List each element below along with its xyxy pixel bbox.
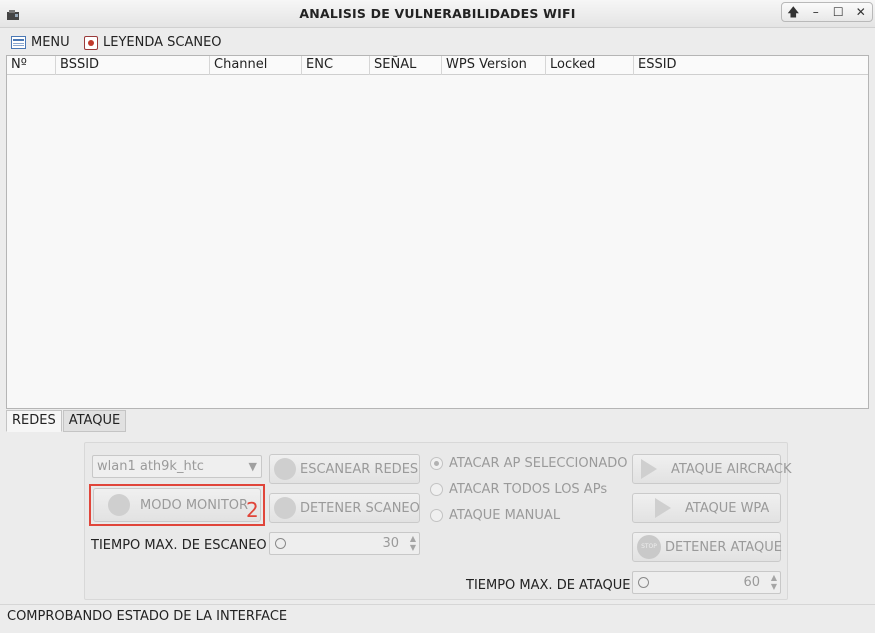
radio-indicator — [430, 509, 443, 522]
wpa-attack-label: ATAQUE WPA — [685, 500, 770, 516]
radio-manual-attack-label: ATAQUE MANUAL — [449, 508, 561, 523]
stop-scan-button[interactable]: DETENER SCANEO — [269, 493, 420, 523]
column-header-essid[interactable]: ESSID — [634, 56, 868, 75]
annotation-number: 2 — [246, 498, 259, 522]
stop-attack-button[interactable]: STOP DETENER ATAQUE — [632, 532, 782, 562]
scan-time-label: TIEMPO MAX. DE ESCANEO — [91, 538, 267, 553]
column-header-locked[interactable]: Locked — [546, 56, 634, 75]
window-title: ANALISIS DE VULNERABILIDADES WIFI — [299, 6, 576, 21]
aircrack-attack-label: ATAQUE AIRCRACK — [671, 461, 792, 477]
clock-icon — [275, 538, 286, 549]
column-header-channel[interactable]: Channel — [210, 56, 302, 75]
window-controls: 🡅 – ☐ ✕ — [781, 2, 873, 22]
play-icon — [641, 459, 657, 479]
legend-label: LEYENDA SCANEO — [103, 35, 222, 50]
aircrack-attack-button[interactable]: ATAQUE AIRCRACK — [632, 454, 792, 484]
clock-icon — [638, 577, 649, 588]
table-header: Nº BSSID Channel ENC SEÑAL WPS Version L… — [7, 56, 868, 75]
minimize-button[interactable]: – — [806, 3, 826, 21]
column-header-wps-version[interactable]: WPS Version — [442, 56, 546, 75]
title-bar: ANALISIS DE VULNERABILIDADES WIFI 🡅 – ☐ … — [0, 0, 875, 28]
stop-icon: STOP — [637, 535, 661, 559]
attack-time-label: TIEMPO MAX. DE ATAQUE — [466, 578, 631, 593]
status-bar: COMPROBANDO ESTADO DE LA INTERFACE — [0, 604, 875, 633]
tab-ataque[interactable]: ATAQUE — [62, 410, 127, 432]
stop-attack-label: DETENER ATAQUE — [665, 539, 782, 555]
stop-scan-icon — [274, 497, 296, 519]
legend-icon — [84, 35, 98, 50]
radio-indicator — [430, 483, 443, 496]
menu-bar: MENU LEYENDA SCANEO — [0, 32, 875, 54]
radio-attack-all-aps[interactable]: ATACAR TODOS LOS APs — [430, 482, 607, 497]
radio-attack-selected-ap-label: ATACAR AP SELECCIONADO — [449, 456, 628, 471]
scan-networks-label: ESCANEAR REDES — [300, 461, 419, 477]
tab-redes[interactable]: REDES — [6, 410, 62, 432]
interface-select[interactable]: wlan1 ath9k_htc ▼ — [92, 455, 262, 478]
chevron-down-icon: ▼ — [248, 460, 257, 473]
column-header-bssid[interactable]: BSSID — [56, 56, 210, 75]
spin-arrows-icon[interactable]: ▲ ▼ — [410, 534, 416, 552]
wpa-attack-button[interactable]: ATAQUE WPA — [632, 493, 781, 523]
scan-time-value: 30 — [382, 536, 399, 551]
networks-table[interactable]: Nº BSSID Channel ENC SEÑAL WPS Version L… — [6, 55, 869, 409]
scan-networks-button[interactable]: ESCANEAR REDES — [269, 454, 420, 484]
close-button[interactable]: ✕ — [851, 3, 871, 21]
column-header-number[interactable]: Nº — [7, 56, 56, 75]
column-header-signal[interactable]: SEÑAL — [370, 56, 442, 75]
radio-indicator — [430, 457, 443, 470]
annotation-highlight — [89, 484, 265, 526]
scan-icon — [274, 458, 296, 480]
attack-time-spinbox[interactable]: 60 ▲ ▼ — [632, 571, 781, 594]
menu-button[interactable]: MENU — [11, 35, 70, 50]
column-header-enc[interactable]: ENC — [302, 56, 370, 75]
scan-time-spinbox[interactable]: 30 ▲ ▼ — [269, 532, 420, 555]
radio-attack-selected-ap[interactable]: ATACAR AP SELECCIONADO — [430, 456, 627, 471]
menu-label: MENU — [31, 35, 70, 50]
attack-time-value: 60 — [743, 575, 760, 590]
menu-icon — [11, 36, 26, 49]
radio-attack-all-aps-label: ATACAR TODOS LOS APs — [449, 482, 608, 497]
spin-arrows-icon[interactable]: ▲ ▼ — [771, 573, 777, 591]
legend-button[interactable]: LEYENDA SCANEO — [84, 35, 222, 50]
stop-scan-label: DETENER SCANEO — [300, 500, 420, 516]
radio-manual-attack[interactable]: ATAQUE MANUAL — [430, 508, 560, 523]
tab-bar: REDES ATAQUE — [6, 410, 127, 432]
play-icon — [655, 498, 671, 518]
status-text: COMPROBANDO ESTADO DE LA INTERFACE — [7, 609, 288, 624]
keep-above-button[interactable]: 🡅 — [783, 3, 803, 21]
maximize-button[interactable]: ☐ — [828, 3, 848, 21]
interface-select-value: wlan1 ath9k_htc — [97, 459, 204, 474]
